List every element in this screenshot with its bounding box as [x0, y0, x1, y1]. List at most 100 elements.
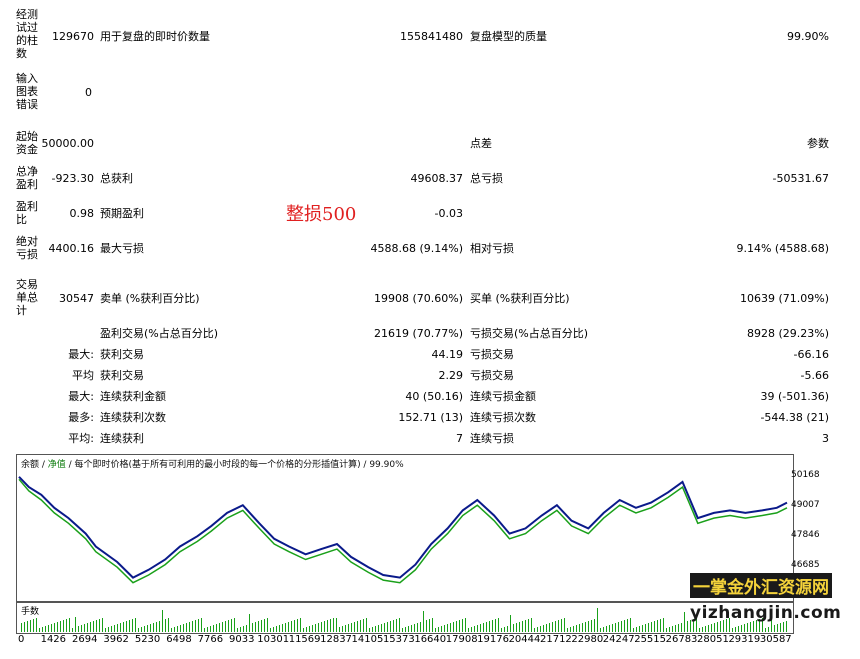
volume-bar: [384, 623, 385, 632]
volume-bar: [516, 623, 517, 632]
volume-bar: [741, 625, 742, 632]
volume-bar: [783, 622, 784, 632]
volume-bar: [204, 628, 205, 632]
volume-plot: [21, 608, 787, 632]
volume-bar: [738, 626, 739, 632]
volume-bar: [210, 626, 211, 632]
volume-bar: [324, 621, 325, 632]
long-value: 10639 (71.09%): [739, 292, 829, 305]
volume-bar: [327, 620, 328, 632]
largest-win-label: 获利交易: [100, 348, 144, 361]
most-prefix: 最多:: [68, 411, 94, 424]
volume-bar: [84, 624, 85, 632]
ticks-label: 用于复盘的即时价数量: [100, 30, 210, 43]
volume-bar: [144, 626, 145, 632]
volume-bar: [495, 619, 496, 632]
volume-bar: [576, 625, 577, 632]
params-label: 参数: [807, 137, 829, 150]
volume-bar: [774, 625, 775, 632]
volume-bar: [624, 620, 625, 632]
avg-cons-win-label: 连续获利: [100, 432, 144, 445]
volume-bar: [435, 628, 436, 632]
avg-cons-loss-label: 连续亏损: [470, 432, 514, 445]
volume-bar: [426, 620, 427, 632]
volume-bar: [699, 628, 700, 632]
volume-bar: [420, 622, 421, 632]
x-tick-label: 21712: [539, 634, 572, 645]
volume-bar: [471, 627, 472, 632]
volume-bar: [540, 626, 541, 632]
volume-bar: [462, 619, 463, 632]
volume-bar: [504, 627, 505, 632]
quality-label: 复盘模型的质量: [470, 30, 547, 43]
volume-bar: [369, 628, 370, 632]
volume-bar: [162, 610, 163, 632]
avg-cons-win-value: 7: [456, 432, 463, 445]
volume-bar: [270, 628, 271, 632]
volume-bar: [561, 619, 562, 632]
watermark-url: yizhangjin.com: [690, 603, 842, 623]
cons-win-cnt-label: 连续获利次数: [100, 411, 166, 424]
volume-bar: [579, 624, 580, 632]
rel-dd-label: 相对亏损: [470, 242, 514, 255]
avg-win-value: 2.29: [438, 369, 464, 382]
volume-bar: [717, 622, 718, 632]
volume-bar: [222, 622, 223, 632]
volume-bar: [246, 625, 247, 632]
volume-bar: [432, 618, 433, 632]
volume-bar: [153, 623, 154, 632]
x-tick-label: 3962: [103, 634, 129, 645]
volume-bar: [687, 621, 688, 632]
volume-bar: [183, 624, 184, 632]
volume-bar: [66, 619, 67, 632]
volume-bar: [96, 620, 97, 632]
volume-bar: [330, 619, 331, 632]
x-axis: 0 1426 2694 3962 5230 6498 7766 9033 10301 11569 1…: [16, 634, 792, 650]
volume-bar: [681, 623, 682, 632]
volume-bar: [546, 624, 547, 632]
volume-bar: [387, 622, 388, 632]
volume-bar: [264, 619, 265, 632]
volume-bar: [780, 623, 781, 632]
volume-bar: [711, 624, 712, 632]
volume-bar: [735, 627, 736, 632]
volume-bar: [408, 626, 409, 632]
volume-bar: [111, 626, 112, 632]
volume-bar: [357, 621, 358, 632]
volume-bar: [129, 620, 130, 632]
gross-profit-label: 总获利: [100, 172, 133, 185]
volume-bar: [393, 620, 394, 632]
avg1-prefix: 平均: [72, 369, 94, 382]
max-dd-value: 4588.68 (9.14%): [370, 242, 463, 255]
volume-bar: [114, 625, 115, 632]
volume-bar: [24, 622, 25, 632]
y-tick-label: 46685: [791, 560, 820, 571]
volume-bar: [363, 619, 364, 632]
volume-bar: [549, 623, 550, 632]
volume-bar: [348, 624, 349, 632]
volume-bar: [132, 619, 133, 632]
volume-bar: [417, 623, 418, 632]
x-tick-label: 22980: [571, 634, 604, 645]
volume-bar: [672, 626, 673, 632]
win-label: 盈利交易(%占总百分比): [100, 327, 219, 340]
volume-bar: [459, 620, 460, 632]
x-tick-label: 17908: [445, 634, 478, 645]
volume-bar: [678, 624, 679, 632]
gross-loss-value: -50531.67: [772, 172, 829, 185]
volume-bar: [267, 618, 268, 632]
volume-bar: [186, 623, 187, 632]
max2-prefix: 最大:: [68, 390, 94, 403]
volume-bar: [444, 625, 445, 632]
volume-bar: [498, 618, 499, 632]
long-label: 买单 (%获利百分比): [470, 292, 570, 305]
y-tick-label: 49007: [791, 500, 820, 510]
volume-bar: [342, 626, 343, 632]
volume-bar: [456, 621, 457, 632]
volume-bar: [255, 622, 256, 632]
watermark-cn: 一掌金外汇资源网: [690, 573, 832, 598]
volume-bar: [429, 619, 430, 632]
volume-bar: [675, 625, 676, 632]
report-table: 经测试过的柱数 129670 用于复盘的即时价数量 155841480 复盘模型…: [0, 0, 860, 452]
volume-bar: [234, 618, 235, 632]
